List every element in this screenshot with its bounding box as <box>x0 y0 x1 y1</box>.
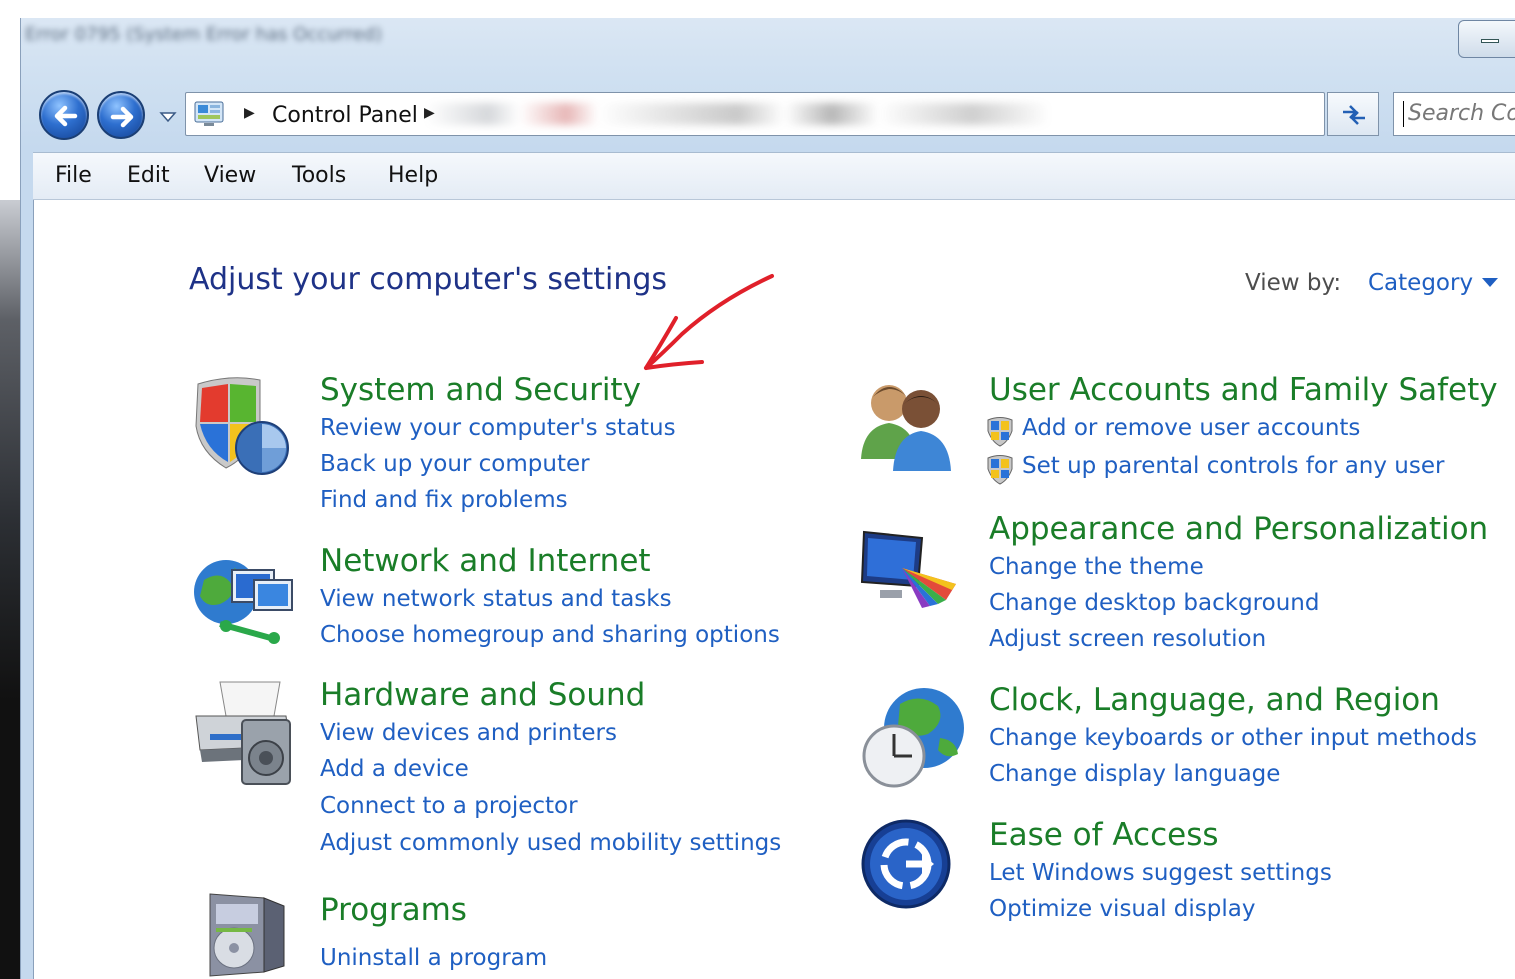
window-title: Error 0795 (System Error has Occurred) <box>25 24 383 45</box>
menu-help[interactable]: Help <box>388 163 438 188</box>
link-find-fix[interactable]: Find and fix problems <box>320 487 568 513</box>
link-mobility[interactable]: Adjust commonly used mobility settings <box>320 830 781 856</box>
link-add-remove-users[interactable]: Add or remove user accounts <box>1022 415 1360 441</box>
ease-of-access-icon <box>861 819 951 909</box>
link-display-language[interactable]: Change display language <box>989 761 1280 787</box>
back-arrow-icon <box>54 105 78 127</box>
appearance-monitor-icon <box>860 530 956 608</box>
menu-file[interactable]: File <box>55 163 92 188</box>
category-appearance[interactable]: Appearance and Personalization <box>989 511 1488 547</box>
category-network-internet[interactable]: Network and Internet <box>320 543 651 579</box>
uac-shield-icon <box>987 455 1013 485</box>
search-input[interactable]: Search Co <box>1393 92 1515 136</box>
breadcrumb-separator[interactable]: ▶ <box>424 105 435 121</box>
link-add-device[interactable]: Add a device <box>320 756 469 782</box>
chevron-down-icon <box>159 112 177 123</box>
page-title: Adjust your computer's settings <box>189 262 668 297</box>
menu-view[interactable]: View <box>204 163 256 188</box>
link-back-up[interactable]: Back up your computer <box>320 451 590 477</box>
forward-arrow-icon <box>110 106 134 128</box>
control-panel-content: Adjust your computer's settings View by:… <box>33 200 1515 979</box>
link-screen-resolution[interactable]: Adjust screen resolution <box>989 626 1266 652</box>
network-globe-icon <box>194 560 293 644</box>
breadcrumb-control-panel[interactable]: Control Panel <box>272 103 418 128</box>
minimize-icon <box>1481 39 1499 43</box>
menu-bar: File Edit View Tools Help <box>33 152 1515 200</box>
link-projector[interactable]: Connect to a projector <box>320 793 578 819</box>
clock-globe-icon <box>862 688 964 788</box>
recent-pages-button[interactable] <box>157 106 179 128</box>
category-ease-of-access[interactable]: Ease of Access <box>989 817 1219 853</box>
category-clock-region[interactable]: Clock, Language, and Region <box>989 682 1440 718</box>
refresh-button[interactable] <box>1327 92 1379 136</box>
screenshot: Error 0795 (System Error has Occurred) ▶… <box>0 0 1515 979</box>
address-bar[interactable]: ▶ Control Panel ▶ ▼ <box>185 92 1466 136</box>
chevron-down-icon[interactable] <box>1482 278 1498 287</box>
title-bar[interactable]: Error 0795 (System Error has Occurred) <box>21 18 1515 88</box>
link-homegroup[interactable]: Choose homegroup and sharing options <box>320 622 780 648</box>
desktop-background <box>0 0 20 979</box>
breadcrumb-separator[interactable]: ▶ <box>244 105 255 121</box>
link-suggest-settings[interactable]: Let Windows suggest settings <box>989 860 1332 886</box>
minimize-button[interactable] <box>1458 20 1515 58</box>
link-devices-printers[interactable]: View devices and printers <box>320 720 617 746</box>
view-by-dropdown[interactable]: Category <box>1368 270 1473 296</box>
category-programs[interactable]: Programs <box>320 892 467 928</box>
uac-shield-icon <box>987 417 1013 447</box>
refresh-icon <box>1343 105 1365 125</box>
navigation-bar: ▶ Control Panel ▶ ▼ Search Co <box>21 88 1515 152</box>
link-network-status[interactable]: View network status and tasks <box>320 586 672 612</box>
category-hardware-sound[interactable]: Hardware and Sound <box>320 677 645 713</box>
link-desktop-background[interactable]: Change desktop background <box>989 590 1319 616</box>
link-optimize-display[interactable]: Optimize visual display <box>989 896 1255 922</box>
back-button[interactable] <box>39 90 89 140</box>
printer-speaker-icon <box>195 681 291 785</box>
blurred-overlay <box>426 103 1206 125</box>
system-security-shield-icon <box>195 377 289 475</box>
link-keyboards[interactable]: Change keyboards or other input methods <box>989 725 1477 751</box>
user-accounts-icon <box>861 385 951 471</box>
control-panel-window: Error 0795 (System Error has Occurred) ▶… <box>20 18 1515 979</box>
link-review-status[interactable]: Review your computer's status <box>320 415 676 441</box>
view-by-label: View by: <box>1245 270 1342 296</box>
link-uninstall[interactable]: Uninstall a program <box>320 945 547 971</box>
forward-button[interactable] <box>97 91 145 139</box>
control-panel-icon <box>194 101 224 126</box>
category-user-accounts[interactable]: User Accounts and Family Safety <box>989 372 1498 408</box>
link-parental-controls[interactable]: Set up parental controls for any user <box>1022 453 1444 479</box>
link-change-theme[interactable]: Change the theme <box>989 554 1204 580</box>
menu-edit[interactable]: Edit <box>127 163 170 188</box>
menu-tools[interactable]: Tools <box>292 163 346 188</box>
programs-box-icon <box>209 893 285 977</box>
category-system-security[interactable]: System and Security <box>320 372 641 408</box>
